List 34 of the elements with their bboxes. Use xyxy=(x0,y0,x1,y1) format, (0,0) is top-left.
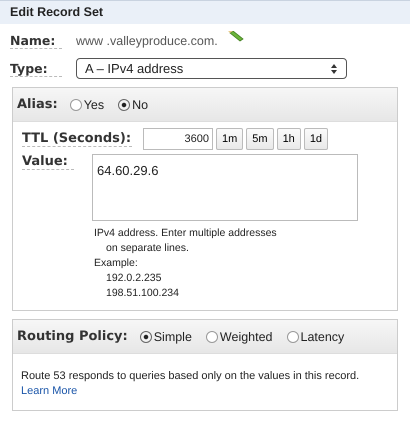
radio-button[interactable] xyxy=(286,330,299,342)
type-label: Type: xyxy=(10,60,62,76)
value-label: Value: xyxy=(22,154,74,170)
example-address: 198.51.100.234 xyxy=(105,286,180,301)
ttl-preset-button[interactable]: 1h xyxy=(276,128,301,150)
pencil-icon[interactable] xyxy=(228,31,244,43)
radio-button[interactable] xyxy=(118,98,130,110)
ttl-label: TTL (Seconds): xyxy=(22,131,132,147)
routing-label: Routing Policy: xyxy=(17,329,128,344)
help-text: on separate lines. xyxy=(105,241,190,256)
radio-button[interactable] xyxy=(140,330,152,342)
name-label: Name: xyxy=(10,33,62,49)
radio-label[interactable]: Weighted xyxy=(220,330,273,344)
example-label: Example: xyxy=(94,256,139,271)
radio-label[interactable]: No xyxy=(132,98,148,112)
ttl-preset-button[interactable]: 1m xyxy=(216,128,244,150)
radio-label[interactable]: Latency xyxy=(300,330,344,344)
panel-title: Edit Record Set xyxy=(10,5,104,19)
routing-description: Route 53 responds to queries based only on the values in this record. Learn More xyxy=(20,369,360,399)
alias-label: Alias: xyxy=(17,97,58,112)
help-text: IPv4 address. Enter multiple addresses xyxy=(94,226,278,241)
updown-icon xyxy=(330,62,338,74)
ttl-preset-button[interactable]: 1d xyxy=(304,128,328,150)
radio-label[interactable]: Simple xyxy=(154,330,192,344)
type-select[interactable]: A – IPv4 address xyxy=(76,58,347,79)
ttl-preset-button[interactable]: 5m xyxy=(246,128,274,150)
learn-more-link[interactable]: Learn More xyxy=(21,385,78,397)
value-field[interactable]: 64.60.29.6 xyxy=(92,154,358,221)
radio-button[interactable] xyxy=(70,98,82,110)
radio-button[interactable] xyxy=(206,330,218,342)
ttl-field[interactable]: 3600 xyxy=(143,128,213,150)
example-address: 192.0.2.235 xyxy=(105,271,162,286)
radio-label[interactable]: Yes xyxy=(84,98,104,112)
record-name: www .valleyproduce.com. xyxy=(76,34,218,48)
